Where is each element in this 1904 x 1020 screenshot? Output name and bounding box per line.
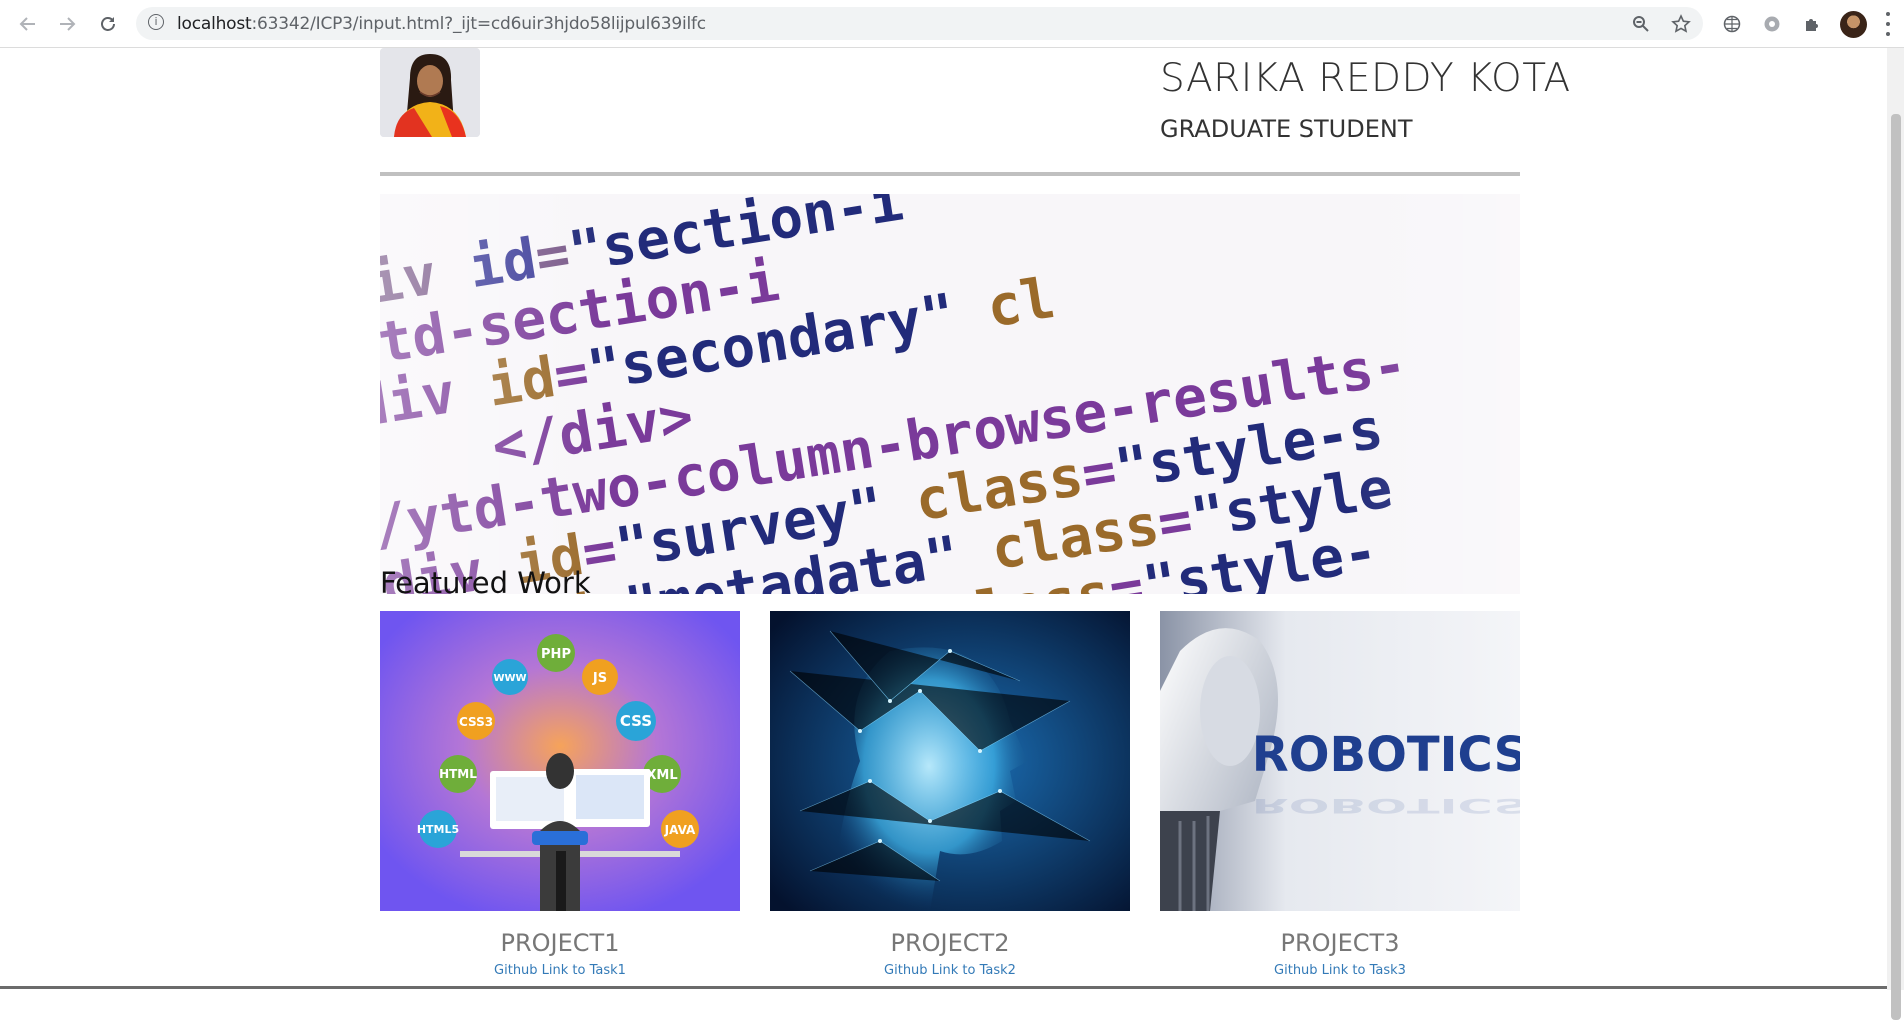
project1-image: PHP WWW JS CSS3 CSS HTML XML HTML5 JAVA <box>380 611 740 911</box>
project-card-2: PROJECT2 Github Link to Task2 <box>770 611 1130 978</box>
profile-photo <box>380 48 480 137</box>
bottom-border <box>0 986 1887 989</box>
project2-image <box>770 611 1130 911</box>
star-icon[interactable] <box>1669 12 1693 36</box>
profile-role: GRADUATE STUDENT <box>1160 115 1413 143</box>
project2-github-link[interactable]: Github Link to Task2 <box>770 963 1130 978</box>
url-host: localhost <box>177 14 252 34</box>
svg-text:WWW: WWW <box>493 673 526 684</box>
project-card-1: PHP WWW JS CSS3 CSS HTML XML HTML5 JAVA <box>380 611 740 978</box>
featured-work-heading: Featured Work <box>380 566 591 600</box>
globe-extension-icon[interactable] <box>1760 12 1784 36</box>
reload-icon <box>101 17 115 31</box>
arrow-right-icon <box>60 17 76 31</box>
robotics-word: ROBOTICS <box>1252 727 1520 783</box>
svg-text:ROBOTICS: ROBOTICS <box>1252 794 1520 817</box>
page-scrollbar[interactable] <box>1887 48 1904 1020</box>
project3-title: PROJECT3 <box>1280 929 1400 957</box>
browser-toolbar: i localhost:63342/ICP3/input.html?_ijt=c… <box>0 0 1904 48</box>
svg-text:CSS: CSS <box>620 712 652 730</box>
svg-text:HTML: HTML <box>439 767 477 781</box>
arrow-left-icon <box>19 17 35 31</box>
project3-github-link[interactable]: Github Link to Task3 <box>1160 963 1520 978</box>
svg-text:JAVA: JAVA <box>664 823 696 837</box>
badge-php: PHP <box>541 647 571 662</box>
hero-code-banner: div id="section-i ytd-section-i div id="… <box>380 194 1520 594</box>
kebab-menu-icon[interactable] <box>1885 12 1891 36</box>
project1-title: PROJECT1 <box>500 929 620 957</box>
svg-text:XML: XML <box>646 768 677 783</box>
svg-text:CSS3: CSS3 <box>459 715 493 729</box>
svg-text:JS: JS <box>592 671 607 686</box>
profile-name: SARIKA REDDY KOTA <box>1160 56 1571 101</box>
header-divider <box>380 172 1520 176</box>
project2-title: PROJECT2 <box>890 929 1010 957</box>
back-button[interactable] <box>14 10 42 38</box>
svg-text:HTML5: HTML5 <box>417 823 459 836</box>
reload-button[interactable] <box>94 10 122 38</box>
project3-image: ROBOTICS ROBOTICS <box>1160 611 1520 911</box>
address-bar[interactable]: i localhost:63342/ICP3/input.html?_ijt=c… <box>136 7 1703 40</box>
puzzle-icon[interactable] <box>1800 12 1824 36</box>
zoom-icon[interactable] <box>1629 12 1653 36</box>
forward-button[interactable] <box>53 10 81 38</box>
project1-github-link[interactable]: Github Link to Task1 <box>380 963 740 978</box>
info-icon[interactable]: i <box>148 14 164 30</box>
scrollbar-thumb[interactable] <box>1891 114 1901 1020</box>
url-path: :63342/ICP3/input.html?_ijt=cd6uir3hjdo5… <box>251 14 707 34</box>
grid-extension-icon[interactable] <box>1720 12 1744 36</box>
profile-avatar[interactable] <box>1840 11 1867 38</box>
project-card-3: ROBOTICS ROBOTICS PROJECT3 Github Link t… <box>1160 611 1520 978</box>
url-text[interactable]: localhost:63342/ICP3/input.html?_ijt=cd6… <box>177 14 706 34</box>
